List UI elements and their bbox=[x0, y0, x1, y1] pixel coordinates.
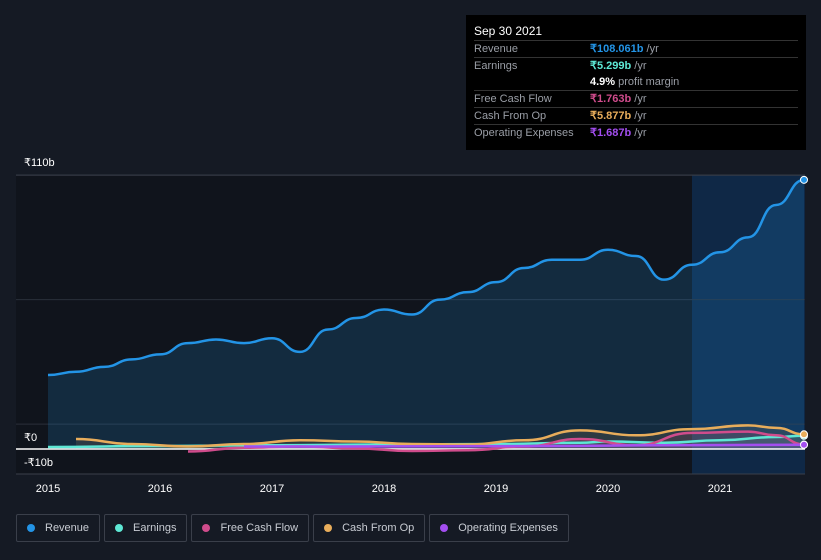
legend-dot-icon bbox=[115, 524, 124, 532]
y-tick-label: ₹0 bbox=[24, 432, 38, 444]
tooltip-value: 4.9% profit margin bbox=[590, 75, 680, 88]
legend-item-free-cash-flow[interactable]: Free Cash Flow bbox=[191, 514, 310, 542]
y-tick-label: ₹110b bbox=[24, 157, 55, 169]
tooltip-value: ₹1.763b /yr bbox=[590, 93, 647, 106]
x-tick-label: 2016 bbox=[148, 483, 172, 495]
series-endpoint-operating-expenses bbox=[800, 440, 808, 449]
legend-label: Revenue bbox=[45, 522, 90, 534]
legend-label: Cash From Op bbox=[342, 522, 415, 534]
legend-dot-icon bbox=[324, 524, 333, 532]
tooltip-label: Earnings bbox=[474, 59, 518, 72]
series-endpoint-revenue bbox=[800, 175, 808, 184]
legend-dot-icon bbox=[202, 524, 211, 532]
x-tick-label: 2019 bbox=[484, 483, 508, 495]
tooltip-label: Revenue bbox=[474, 43, 519, 55]
legend-label: Free Cash Flow bbox=[220, 522, 299, 534]
tooltip-row: Cash From Op ₹5.877b /yr bbox=[474, 107, 798, 124]
tooltip-row: Revenue ₹108.061b /yr bbox=[474, 40, 798, 57]
tooltip-row: 4.9% profit margin bbox=[474, 74, 798, 90]
x-tick-label: 2021 bbox=[708, 483, 732, 495]
tooltip-label: Operating Expenses bbox=[474, 127, 574, 139]
legend-item-cash-from-op[interactable]: Cash From Op bbox=[313, 514, 426, 542]
tooltip-row: Earnings ₹5.299b /yr bbox=[474, 56, 798, 74]
tooltip-row: Free Cash Flow ₹1.763b /yr bbox=[474, 90, 798, 107]
tooltip: Sep 30 2021 Revenue ₹108.061b /yr Earnings… bbox=[466, 15, 806, 150]
x-tick-label: 2017 bbox=[260, 483, 284, 495]
tooltip-value: ₹1.687b /yr bbox=[590, 127, 647, 139]
x-tick-label: 2018 bbox=[372, 483, 396, 495]
legend-item-revenue[interactable]: Revenue bbox=[16, 514, 101, 542]
legend-item-operating-expenses[interactable]: Operating Expenses bbox=[429, 514, 569, 542]
x-tick-label: 2020 bbox=[596, 483, 620, 495]
x-tick-label: 2015 bbox=[36, 483, 60, 495]
legend-label: Earnings bbox=[133, 522, 177, 534]
series-endpoint-cash-from-op bbox=[800, 430, 808, 439]
legend-dot-icon bbox=[27, 524, 35, 532]
tooltip-value: ₹5.299b /yr bbox=[590, 59, 647, 72]
legend: Revenue Earnings Free Cash Flow Cash From O… bbox=[16, 514, 569, 542]
tooltip-value: ₹108.061b /yr bbox=[590, 43, 659, 55]
legend-dot-icon bbox=[440, 524, 449, 532]
y-tick-label: -₹10b bbox=[24, 457, 54, 469]
legend-item-earnings[interactable]: Earnings bbox=[104, 514, 188, 542]
tooltip-label: Free Cash Flow bbox=[474, 93, 552, 106]
legend-label: Operating Expenses bbox=[458, 522, 558, 534]
tooltip-label: Cash From Op bbox=[474, 110, 547, 123]
tooltip-date: Sep 30 2021 bbox=[474, 24, 543, 38]
tooltip-row: Operating Expenses ₹1.687b /yr bbox=[474, 124, 798, 141]
tooltip-value: ₹5.877b /yr bbox=[590, 110, 647, 123]
